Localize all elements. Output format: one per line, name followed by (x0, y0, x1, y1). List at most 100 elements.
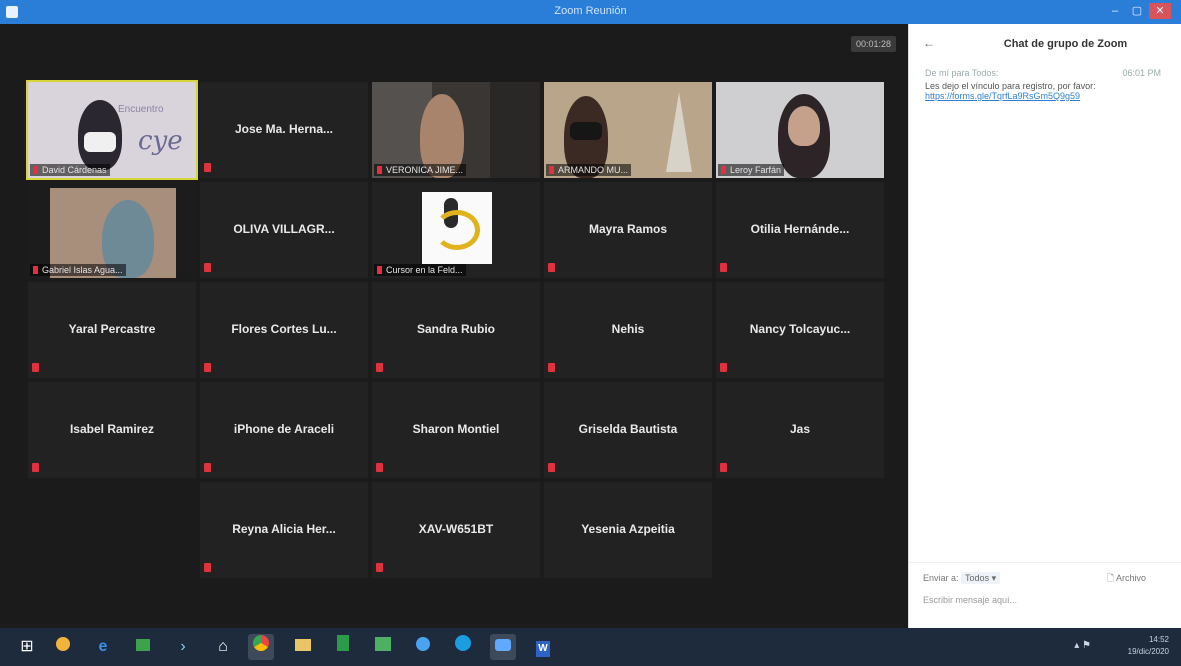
clock-time: 14:52 (1148, 635, 1169, 644)
file-icon: 🗋 (1106, 573, 1114, 583)
participant-tile[interactable]: Sandra Rubio (372, 282, 540, 378)
participant-tile[interactable]: Jas (716, 382, 884, 478)
title-bar: Zoom Reunión ‒ ▢ ✕ (0, 0, 1181, 24)
video-tile[interactable]: Leroy Farfán (716, 82, 884, 178)
muted-mic-icon (549, 166, 554, 174)
video-tile[interactable]: ARMANDO MU... (544, 82, 712, 178)
participant-label: Gabriel Islas Agua... (30, 264, 126, 276)
windows-start-icon[interactable]: ⊞ (14, 634, 40, 660)
participant-tile[interactable]: Nehis (544, 282, 712, 378)
clock-date: 19/dic/2020 (1127, 647, 1169, 656)
edge-icon[interactable]: e (90, 634, 116, 660)
participant-label: David Cárdenas (30, 164, 110, 176)
chat-input[interactable]: Escribir mensaje aquí... (923, 595, 1017, 605)
christmas-tree (666, 92, 692, 172)
participant-label: VERONICA JIME... (374, 164, 467, 176)
muted-mic-icon (720, 463, 727, 472)
muted-mic-icon (720, 363, 727, 372)
send-to-label: Enviar a: (923, 573, 959, 583)
muted-mic-icon (721, 166, 726, 174)
muted-mic-icon (32, 463, 39, 472)
meeting-timer: 00:01:28 (850, 36, 896, 52)
files-icon[interactable] (290, 634, 316, 660)
participant-tile[interactable]: Otilia Hernánde... (716, 182, 884, 278)
participant-tile[interactable]: iPhone de Araceli (200, 382, 368, 478)
participant-tile[interactable]: Isabel Ramirez (28, 382, 196, 478)
participant-tile[interactable]: Reyna Alicia Her... (200, 482, 368, 578)
participant-tile[interactable]: XAV-W651BT (372, 482, 540, 578)
muted-mic-icon (204, 263, 211, 272)
home-icon[interactable]: ⌂ (210, 634, 236, 660)
muted-mic-icon (32, 363, 39, 372)
participant-tile[interactable]: Nancy Tolcayuc... (716, 282, 884, 378)
video-tile[interactable]: Cursor en la Feld... (372, 182, 540, 278)
muted-mic-icon (204, 163, 211, 172)
muted-mic-icon (33, 166, 38, 174)
tray-icons[interactable]: ▴ ⚑ (1074, 640, 1091, 651)
face-mask (84, 132, 116, 152)
banner-logo: cye (138, 126, 183, 156)
taskbar: ⊞ e › ⌂ W ▴ ⚑ 14:52 19/dic/2020 (0, 628, 1181, 666)
video-tile[interactable]: Encuentro cye David Cárdenas (26, 80, 198, 180)
file-label: Archivo (1115, 573, 1146, 583)
participant-tile[interactable]: Flores Cortes Lu... (200, 282, 368, 378)
muted-mic-icon (377, 166, 382, 174)
chat-message: De mí para Todos: 06:01 PM Les dejo el v… (925, 68, 1175, 101)
muted-mic-icon (377, 266, 382, 274)
participant-tile[interactable]: Mayra Ramos (544, 182, 712, 278)
banner-text: Encuentro (118, 104, 164, 115)
microphone-logo-icon (422, 192, 492, 264)
participant-tile[interactable]: Sharon Montiel (372, 382, 540, 478)
send-to-row: Enviar a: Todos ▾ (923, 572, 1001, 584)
zoom-window: Zoom Reunión ‒ ▢ ✕ 00:01:28 Encuentro cy… (0, 0, 1181, 628)
message-link[interactable]: https://forms.gle/TqrfLa9RsGm5Q9g59 (925, 91, 1175, 101)
window-title: Zoom Reunión (554, 5, 627, 17)
participant-tile[interactable]: OLIVA VILLAGR... (200, 182, 368, 278)
video-tile[interactable]: VERONICA JIME... (372, 82, 540, 178)
excel-icon[interactable] (330, 634, 356, 660)
message-time: 06:01 PM (1122, 68, 1161, 78)
face-mask (570, 122, 602, 140)
recipient-dropdown[interactable]: Todos ▾ (961, 572, 1001, 584)
participant-tile[interactable]: Jose Ma. Herna... (200, 82, 368, 178)
terminal-icon[interactable]: › (170, 634, 196, 660)
muted-mic-icon (204, 463, 211, 472)
paint-icon[interactable] (370, 634, 396, 660)
muted-mic-icon (204, 363, 211, 372)
muted-mic-icon (33, 266, 38, 274)
muted-mic-icon (376, 363, 383, 372)
muted-mic-icon (376, 463, 383, 472)
participant-tile[interactable]: Yesenia Azpeitia (544, 482, 712, 578)
participant-label: Leroy Farfán (718, 164, 785, 176)
file-button[interactable]: 🗋 Archivo (1107, 571, 1146, 587)
muted-mic-icon (548, 263, 555, 272)
chat-header: ← Chat de grupo de Zoom (909, 24, 1181, 64)
gallery-view: 00:01:28 Encuentro cye David Cárdenas Jo… (0, 24, 908, 628)
zoom-meeting-icon[interactable] (490, 634, 516, 660)
chrome-icon[interactable] (248, 634, 274, 660)
video-tile[interactable]: Gabriel Islas Agua... (28, 182, 196, 278)
muted-mic-icon (204, 563, 211, 572)
muted-mic-icon (548, 463, 555, 472)
clock[interactable]: 14:52 19/dic/2020 (1128, 634, 1169, 658)
chat-footer: Enviar a: Todos ▾ 🗋 Archivo Escribir men… (909, 562, 1181, 628)
edge-new-icon[interactable] (450, 634, 476, 660)
close-icon[interactable]: ✕ (1149, 3, 1171, 19)
message-sender: De mí para Todos: (925, 68, 999, 78)
chat-panel: ← Chat de grupo de Zoom De mí para Todos… (908, 24, 1181, 628)
mail-icon[interactable] (50, 634, 76, 660)
participant-label: Cursor en la Feld... (374, 264, 466, 276)
word-icon[interactable]: W (530, 634, 556, 660)
participant-tile[interactable]: Yaral Percastre (28, 282, 196, 378)
muted-mic-icon (376, 563, 383, 572)
participant-label: ARMANDO MU... (546, 164, 632, 176)
minimize-icon[interactable]: ‒ (1107, 4, 1123, 18)
maximize-icon[interactable]: ▢ (1129, 4, 1145, 18)
zoom-icon[interactable] (410, 634, 436, 660)
message-text: Les dejo el vínculo para registro, por f… (925, 81, 1096, 91)
muted-mic-icon (548, 363, 555, 372)
chat-title: Chat de grupo de Zoom (1003, 38, 1128, 50)
store-icon[interactable] (130, 634, 156, 660)
participant-tile[interactable]: Griselda Bautista (544, 382, 712, 478)
back-arrow-icon[interactable]: ← (923, 36, 935, 50)
